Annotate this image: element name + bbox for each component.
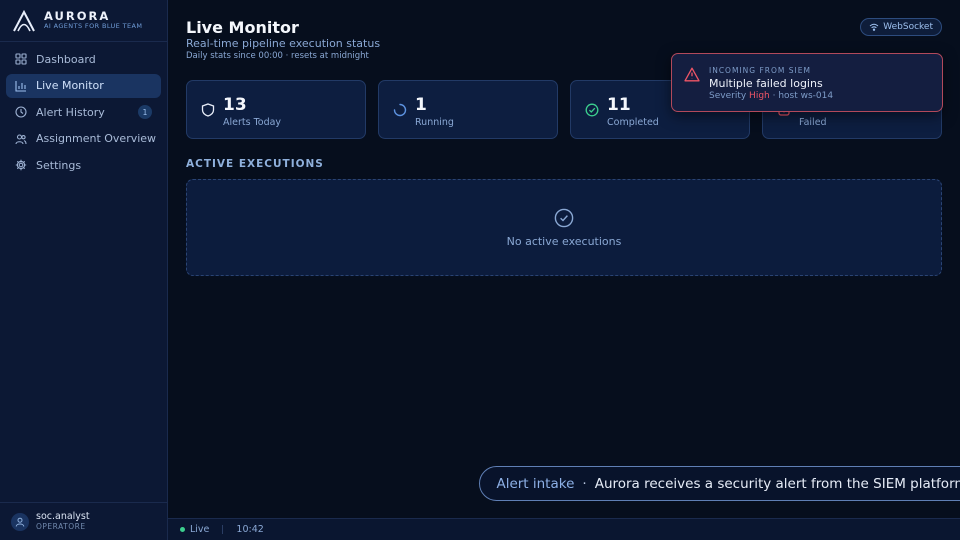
- user-profile[interactable]: soc.analyst OPERATORE: [0, 502, 167, 540]
- brand-tagline: AI AGENTS FOR BLUE TEAM: [44, 22, 143, 30]
- stats-reset-note: Daily stats since 00:00 · resets at midn…: [186, 51, 369, 61]
- severity-label: Severity: [709, 91, 747, 101]
- sidebar-item-assignment-overview[interactable]: Assignment Overview: [6, 127, 161, 151]
- siem-alert-toast[interactable]: INCOMING FROM SIEM Multiple failed login…: [671, 53, 943, 112]
- warning-triangle-icon: [684, 67, 700, 82]
- stat-label: Running: [415, 117, 454, 128]
- stat-value: 1: [415, 95, 427, 115]
- status-divider: [222, 525, 224, 534]
- brand-name: AURORA: [44, 9, 111, 23]
- sidebar: AURORA AI AGENTS FOR BLUE TEAM Dashboard…: [0, 0, 168, 540]
- brand[interactable]: AURORA AI AGENTS FOR BLUE TEAM: [0, 0, 167, 42]
- caption-text: Aurora receives a security alert from th…: [594, 475, 960, 492]
- alert-count-badge: 1: [138, 105, 152, 119]
- toast-title: Multiple failed logins: [709, 77, 823, 90]
- sidebar-item-label: Settings: [36, 158, 82, 172]
- bar-chart-icon: [15, 80, 26, 92]
- aurora-a-logo-icon: [13, 9, 35, 31]
- sidebar-item-label: Alert History: [36, 105, 105, 119]
- live-label: Live: [190, 524, 210, 535]
- grid-icon: [15, 53, 27, 65]
- caption-separator: ·: [582, 475, 587, 492]
- user-icon: [15, 517, 25, 527]
- sidebar-nav: Dashboard Live Monitor Alert History 1 A…: [0, 42, 167, 177]
- sidebar-item-dashboard[interactable]: Dashboard: [6, 47, 161, 71]
- check-circle-icon: [554, 208, 574, 228]
- stat-label: Failed: [799, 117, 827, 128]
- user-role: OPERATORE: [36, 521, 86, 531]
- page-title: Live Monitor: [186, 18, 299, 37]
- toast-kicker: INCOMING FROM SIEM: [709, 66, 811, 75]
- stat-value: 13: [223, 95, 247, 115]
- shield-icon: [201, 103, 215, 117]
- sidebar-item-alert-history[interactable]: Alert History 1: [6, 100, 161, 124]
- page-subtitle: Real-time pipeline execution status: [186, 37, 381, 50]
- clock-icon: [15, 106, 27, 118]
- sidebar-item-label: Assignment Overview: [36, 132, 157, 145]
- stat-value: 11: [607, 95, 631, 115]
- stat-label: Completed: [607, 117, 659, 128]
- active-executions-title: ACTIVE EXECUTIONS: [186, 158, 324, 170]
- spinner-icon: [393, 103, 407, 117]
- stat-card-running[interactable]: 1 Running: [378, 80, 558, 139]
- sidebar-item-settings[interactable]: Settings: [6, 153, 161, 177]
- host-label: · host ws-014: [772, 91, 834, 101]
- sidebar-item-label: Dashboard: [36, 52, 96, 66]
- connection-label: WebSocket: [883, 22, 933, 32]
- check-circle-icon: [585, 103, 599, 117]
- empty-state-text: No active executions: [506, 235, 622, 248]
- sidebar-item-label: Live Monitor: [36, 79, 104, 92]
- severity-value: High: [749, 91, 770, 101]
- stat-label: Alerts Today: [223, 117, 282, 128]
- active-executions-panel: No active executions: [186, 179, 942, 276]
- user-name: soc.analyst: [36, 510, 90, 522]
- walkthrough-caption: Alert intake · Aurora receives a securit…: [479, 466, 960, 501]
- gear-icon: [15, 159, 27, 171]
- avatar: [11, 512, 29, 531]
- live-indicator-dot: [180, 527, 185, 532]
- wifi-icon: [869, 23, 879, 31]
- connection-status-pill[interactable]: WebSocket: [860, 18, 942, 36]
- stat-card-alerts-today[interactable]: 13 Alerts Today: [186, 80, 366, 139]
- sidebar-item-live-monitor[interactable]: Live Monitor: [6, 73, 161, 98]
- status-bar: Live 10:42: [168, 518, 960, 540]
- toast-meta: Severity High · host ws-014: [709, 91, 833, 101]
- users-icon: [15, 133, 27, 144]
- clock-time: 10:42: [236, 524, 264, 535]
- caption-step: Alert intake: [496, 475, 575, 492]
